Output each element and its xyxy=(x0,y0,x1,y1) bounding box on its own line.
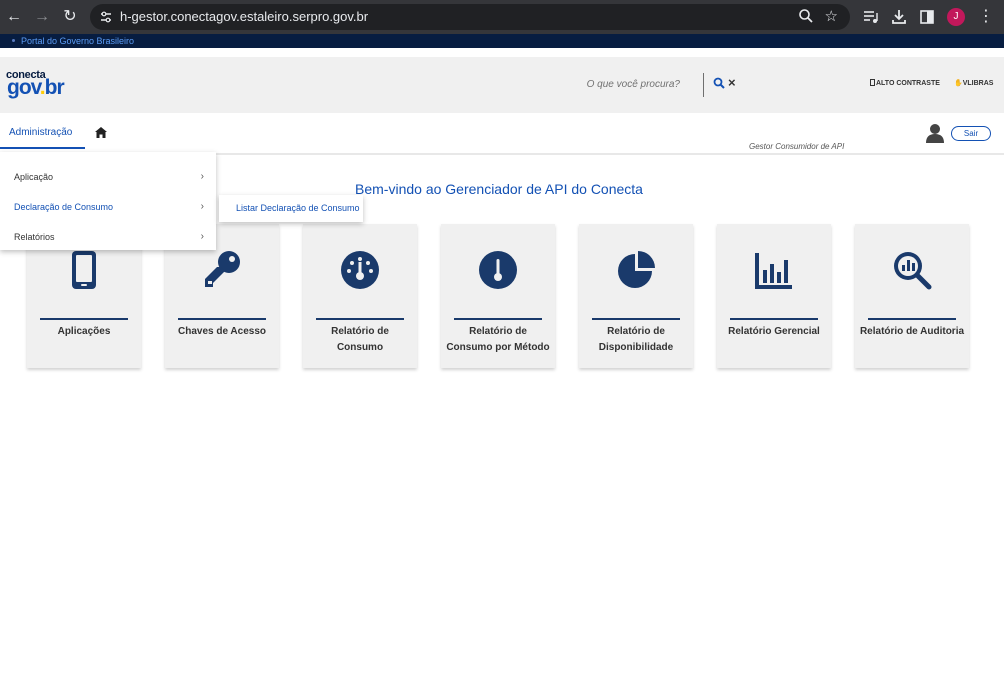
search-chart-icon xyxy=(894,252,932,290)
download-icon[interactable] xyxy=(890,8,908,26)
card-relatorio-consumo[interactable]: Relatório de Consumo xyxy=(303,224,417,368)
card-divider xyxy=(40,318,128,320)
browser-toolbar: ← → ↻ h-gestor.conectagov.estaleiro.serp… xyxy=(0,0,1004,34)
menu-item-label: Relatórios xyxy=(14,232,55,242)
home-icon[interactable] xyxy=(95,127,107,138)
card-relatorio-auditoria[interactable]: Relatório de Auditoria xyxy=(855,224,969,368)
chevron-right-icon: › xyxy=(200,171,204,182)
bar-chart-icon xyxy=(755,253,792,289)
high-contrast-button[interactable]: ALTO CONTRASTE xyxy=(870,79,940,87)
card-divider xyxy=(178,318,266,320)
side-panel-icon[interactable] xyxy=(918,8,936,26)
contrast-icon xyxy=(870,79,875,86)
thermometer-icon xyxy=(479,251,517,289)
clear-search-icon[interactable]: × xyxy=(728,75,736,90)
gov-portal-link[interactable]: Portal do Governo Brasileiro xyxy=(21,36,134,46)
vlibras-button[interactable]: ✋VLIBRAS xyxy=(954,79,993,87)
card-label: Relatório de Consumo xyxy=(331,326,389,353)
search-divider xyxy=(703,73,704,97)
card-label: Relatório de Consumo por Método xyxy=(446,326,550,353)
logo-br-part: br xyxy=(44,76,65,99)
bookmark-star-icon[interactable]: ☆ xyxy=(825,7,838,25)
key-icon xyxy=(205,251,240,287)
logo-govbr-text: gov.br xyxy=(7,76,65,100)
user-icon[interactable] xyxy=(926,123,944,143)
card-relatorio-consumo-metodo[interactable]: Relatório de Consumo por Método xyxy=(441,224,555,368)
card-label: Relatório Gerencial xyxy=(728,326,820,337)
card-divider xyxy=(454,318,542,320)
menu-item-declaracao-consumo[interactable]: Declaração de Consumo › xyxy=(0,193,216,221)
site-header: conecta gov.br O que você procura? × ALT… xyxy=(0,57,1004,113)
back-icon[interactable]: ← xyxy=(4,7,24,27)
administracao-dropdown: Aplicação › Declaração de Consumo › Rela… xyxy=(0,152,216,250)
logo-gov-part: gov xyxy=(7,76,41,99)
submenu-listar-declaracao[interactable]: Listar Declaração de Consumo xyxy=(219,195,363,222)
site-settings-icon[interactable] xyxy=(99,10,113,24)
card-divider xyxy=(730,318,818,320)
card-label: Chaves de Acesso xyxy=(177,326,266,337)
search-icon[interactable] xyxy=(713,77,725,89)
card-relatorio-gerencial[interactable]: Relatório Gerencial xyxy=(717,224,831,368)
contrast-label: ALTO CONTRASTE xyxy=(876,80,940,87)
menu-item-aplicacao[interactable]: Aplicação › xyxy=(0,163,216,191)
forward-icon[interactable]: → xyxy=(32,7,52,27)
gov-bar: Portal do Governo Brasileiro xyxy=(0,34,1004,48)
zoom-icon[interactable] xyxy=(798,8,814,24)
search-input[interactable]: O que você procura? xyxy=(540,79,680,90)
menu-item-label: Aplicação xyxy=(14,172,54,182)
card-divider xyxy=(592,318,680,320)
main-menu-bar: Administração Sair Gestor Consumidor de … xyxy=(0,113,1004,155)
reading-list-icon[interactable] xyxy=(862,8,880,26)
card-label: Aplicações xyxy=(57,326,111,337)
mobile-icon xyxy=(72,251,96,289)
conecta-logo[interactable]: conecta gov.br xyxy=(6,69,76,103)
menu-kebab-icon[interactable]: ⋮ xyxy=(978,7,994,27)
card-label: Relatório de Disponibilidade xyxy=(598,326,674,353)
menu-administracao[interactable]: Administração xyxy=(0,113,85,149)
chevron-right-icon: › xyxy=(200,201,204,212)
card-divider xyxy=(316,318,404,320)
card-relatorio-disponibilidade[interactable]: Relatório de Disponibilidade xyxy=(579,224,693,368)
menu-item-label: Declaração de Consumo xyxy=(14,202,114,212)
libras-label: VLIBRAS xyxy=(962,80,994,87)
user-role-label: Gestor Consumidor de API xyxy=(749,142,845,151)
url-text[interactable]: h-gestor.conectagov.estaleiro.serpro.gov… xyxy=(120,9,368,24)
logout-button[interactable]: Sair xyxy=(951,126,991,141)
card-label: Relatório de Auditoria xyxy=(859,326,965,337)
card-divider xyxy=(868,318,956,320)
bullet-icon xyxy=(12,39,15,42)
profile-avatar[interactable]: J xyxy=(947,8,965,26)
reload-icon[interactable]: ↻ xyxy=(60,7,80,27)
hands-icon: ✋ xyxy=(954,80,963,87)
address-bar[interactable]: h-gestor.conectagov.estaleiro.serpro.gov… xyxy=(90,4,850,30)
dashboard-icon xyxy=(341,251,379,289)
pie-chart-icon xyxy=(618,251,655,288)
menu-item-relatorios[interactable]: Relatórios › xyxy=(0,223,216,251)
chevron-right-icon: › xyxy=(200,231,204,242)
